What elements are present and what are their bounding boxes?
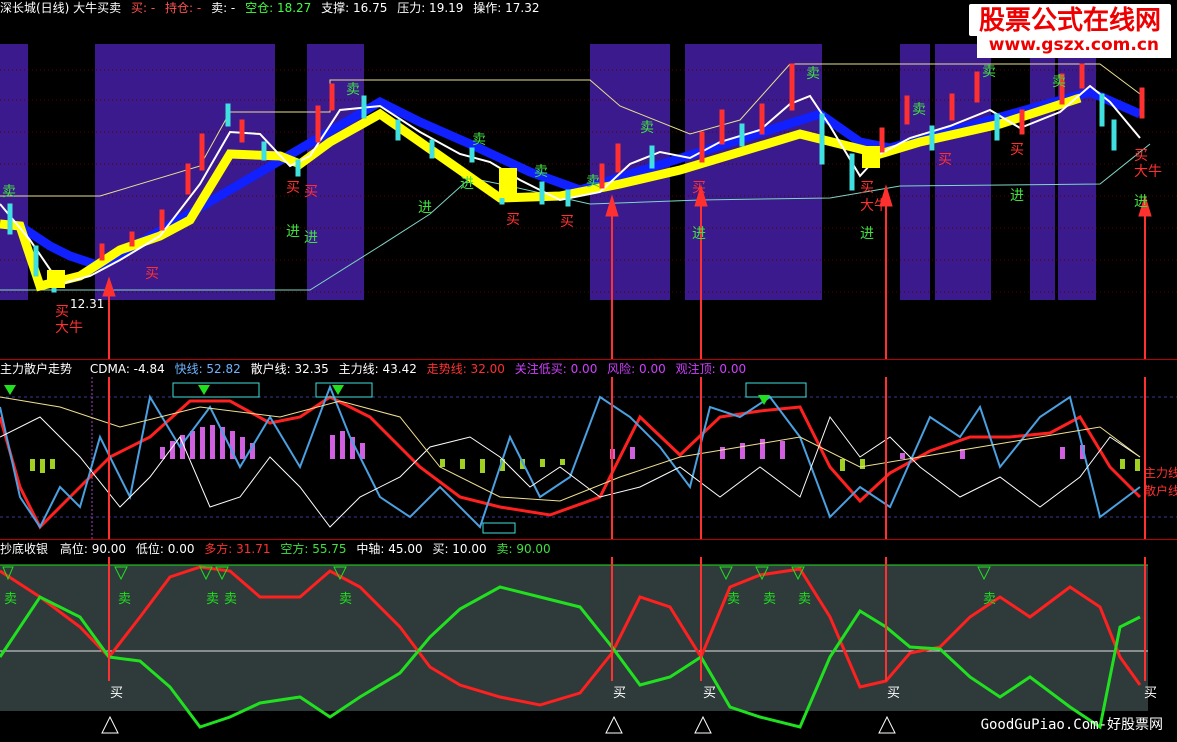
hold-value: 持仓: - [165,1,202,15]
cdma-value: CDMA: -4.84 [89,362,165,376]
svg-text:进: 进 [1010,188,1024,204]
svg-text:买: 买 [1134,148,1148,164]
buy-value: 买: - [131,1,156,15]
svg-text:买: 买 [1144,686,1157,701]
svg-text:买: 买 [613,686,626,701]
top-value: 观注顶: 0.00 [675,362,747,376]
svg-text:买: 买 [860,180,874,196]
panel2-chart[interactable]: 主力线 散户线 [0,377,1177,539]
svg-text:卖: 卖 [640,120,654,136]
svg-text:大牛: 大牛 [860,198,888,214]
svg-text:卖: 卖 [346,82,360,98]
svg-text:进: 进 [304,230,318,246]
svg-text:买: 买 [145,266,159,282]
long-value: 多方: 31.71 [204,542,271,556]
chart-title: 深长城(日线) 大牛买卖 [0,1,122,15]
svg-text:卖: 卖 [912,102,926,118]
cdma-histogram [30,425,1140,473]
retail-line-value: 散户线: 32.35 [250,362,329,376]
side-label-main: 主力线 [1144,466,1177,480]
svg-text:卖: 卖 [206,592,219,607]
side-label-retail: 散户线 [1144,483,1177,498]
panel-separator-2 [0,539,1177,540]
mid-value: 中轴: 45.00 [356,542,423,556]
svg-text:卖: 卖 [806,66,820,82]
svg-text:卖: 卖 [534,164,548,180]
svg-text:进: 进 [860,226,874,242]
svg-text:买: 买 [938,152,952,168]
svg-text:买: 买 [110,686,123,701]
watermark-title: 股票公式在线网 [968,4,1171,36]
svg-text:卖: 卖 [1052,74,1066,90]
svg-text:买: 买 [887,686,900,701]
trend-line [0,395,1142,530]
svg-text:买: 买 [703,686,716,701]
svg-text:买: 买 [304,184,318,200]
svg-text:卖: 卖 [4,592,17,607]
panel-separator-1 [0,359,1177,360]
risk-value: 风险: 0.00 [607,362,666,376]
trend-line-value: 走势线: 32.00 [426,362,505,376]
operate-value: 操作: 17.32 [473,1,540,15]
svg-text:买: 买 [692,180,706,196]
short-value: 空方: 55.75 [280,542,347,556]
sell-level-value: 卖: 90.00 [496,542,551,556]
svg-text:进: 进 [286,224,300,240]
down-arrows [4,385,770,405]
sell-value: 卖: - [211,1,236,15]
svg-text:卖: 卖 [339,592,352,607]
panel2-name: 主力散户走势 [0,362,73,376]
svg-text:卖: 卖 [982,64,996,80]
svg-text:卖: 卖 [224,592,237,607]
low-value: 低位: 0.00 [135,542,195,556]
high-value: 高位: 90.00 [59,542,127,556]
fast-line-value: 快线: 52.82 [174,362,241,376]
panel2-arrows [108,377,1146,539]
empty-value: 空仓: 18.27 [245,1,312,15]
svg-text:大牛: 大牛 [55,320,83,336]
svg-text:买: 买 [560,214,574,230]
svg-text:卖: 卖 [118,592,131,607]
top-boxes [172,382,807,534]
svg-text:卖: 卖 [586,174,600,190]
panel3-header: 抄底收银 高位: 90.00 低位: 0.00 多方: 31.71 空方: 55… [0,541,557,557]
main-price-chart[interactable]: 卖 卖 卖 卖 卖 卖 卖 卖 卖 卖 买 买 买 买 买 买 买 买 买 买 … [0,14,1177,360]
buy-level-value: 买: 10.00 [432,542,487,556]
support-value: 支撑: 16.75 [321,1,388,15]
panel2-header: 主力散户走势 CDMA: -4.84 快线: 52.82 散户线: 32.35 … [0,361,752,377]
svg-text:卖: 卖 [472,132,486,148]
svg-text:卖: 卖 [983,592,996,607]
svg-text:进: 进 [418,200,432,216]
main-line-value: 主力线: 43.42 [338,362,417,376]
svg-text:卖: 卖 [2,184,16,200]
svg-text:买: 买 [286,180,300,196]
watermark-url: www.gszx.com.cn [976,34,1171,58]
svg-text:买: 买 [55,304,69,320]
svg-text:进: 进 [1134,194,1148,210]
svg-text:进: 进 [460,176,474,192]
panel3-name: 抄底收银 [0,542,49,556]
svg-text:卖: 卖 [763,592,776,607]
svg-text:大牛: 大牛 [1134,164,1162,180]
svg-text:卖: 卖 [798,592,811,607]
svg-text:卖: 卖 [727,592,740,607]
pressure-value: 压力: 19.19 [397,1,464,15]
bull-zones [0,44,1096,300]
watermark-bottom: GoodGuPiao.Com-好股票网 [980,717,1163,733]
svg-text:12.31: 12.31 [70,297,104,311]
svg-text:买: 买 [506,212,520,228]
svg-text:买: 买 [1010,142,1024,158]
focus-value: 关注低买: 0.00 [514,362,598,376]
svg-text:进: 进 [692,226,706,242]
